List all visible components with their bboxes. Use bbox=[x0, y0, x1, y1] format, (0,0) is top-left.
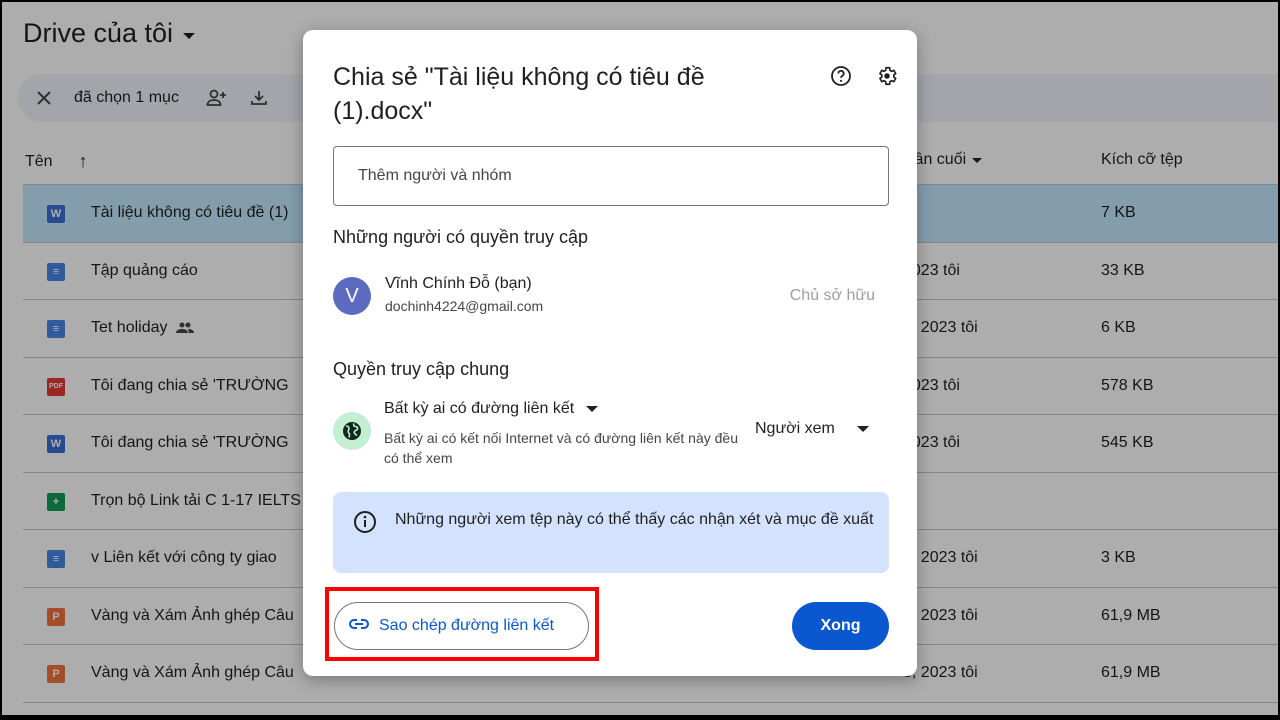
caret-down-icon bbox=[586, 406, 599, 412]
info-banner: Những người xem tệp này có thể thấy các … bbox=[333, 492, 889, 573]
link-scope-label: Bất kỳ ai có đường liên kết bbox=[384, 400, 575, 417]
copy-link-button[interactable]: Sao chép đường liên kết bbox=[334, 602, 589, 650]
info-icon bbox=[353, 510, 377, 534]
people-access-title: Những người có quyền truy cập bbox=[333, 227, 589, 247]
link-scope-dropdown[interactable]: Bất kỳ ai có đường liên kết bbox=[384, 400, 599, 418]
share-dialog: Chia sẻ "Tài liệu không có tiêu đề (1).d… bbox=[303, 30, 917, 676]
gear-icon[interactable] bbox=[875, 64, 899, 88]
globe-icon bbox=[333, 412, 371, 450]
info-text: Những người xem tệp này có thể thấy các … bbox=[395, 511, 874, 528]
copy-link-label: Sao chép đường liên kết bbox=[379, 617, 555, 634]
general-access-title: Quyền truy cập chung bbox=[333, 359, 510, 379]
link-scope-description: Bất kỳ ai có kết nối Internet và có đườn… bbox=[384, 430, 738, 466]
done-button[interactable]: Xong bbox=[792, 602, 889, 650]
person-row: V Vĩnh Chính Đỗ (bạn) dochinh4224@gmail.… bbox=[333, 273, 889, 319]
role-label: Người xem bbox=[755, 420, 835, 437]
person-email: dochinh4224@gmail.com bbox=[385, 298, 544, 314]
screen: Drive của tôi đã chọn 1 mục Tên ↑ i lần … bbox=[2, 2, 1278, 715]
dialog-title: Chia sẻ "Tài liệu không có tiêu đề (1).d… bbox=[333, 63, 705, 125]
link-icon bbox=[349, 617, 369, 635]
person-role: Chủ sở hữu bbox=[789, 287, 875, 304]
caret-down-icon bbox=[856, 426, 869, 432]
add-people-input[interactable] bbox=[333, 146, 889, 206]
person-name: Vĩnh Chính Đỗ (bạn) bbox=[385, 275, 532, 292]
avatar: V bbox=[333, 277, 371, 315]
role-dropdown[interactable]: Người xem bbox=[755, 420, 869, 438]
general-access-row: Bất kỳ ai có đường liên kết Bất kỳ ai có… bbox=[333, 400, 889, 470]
help-icon[interactable] bbox=[829, 64, 853, 88]
